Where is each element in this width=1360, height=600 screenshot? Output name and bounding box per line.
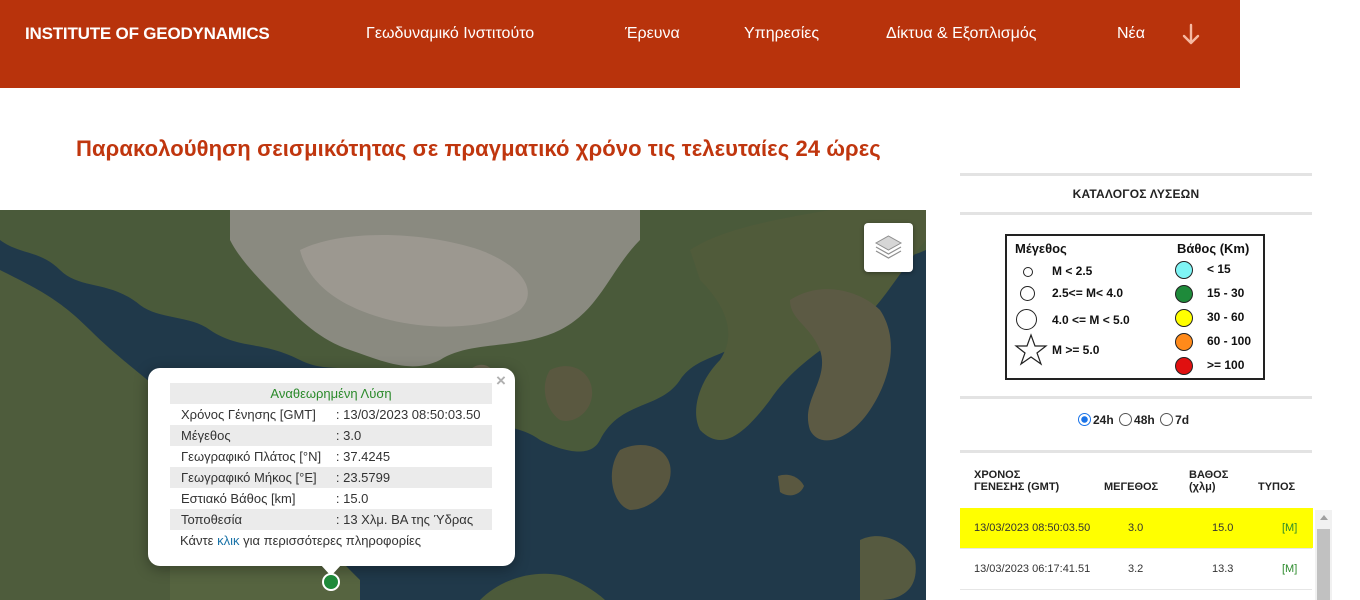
event-details-table: Αναθεωρημένη Λύση Χρόνος Γένησης [GMT] : … — [170, 383, 492, 530]
cell-time: 13/03/2023 06:17:41.51 — [974, 563, 1091, 575]
solutions-catalog-panel: ΚΑΤΑΛΟΓΟΣ ΛΥΣΕΩΝ Μέγεθος M < 2.5 2.5<= M… — [960, 173, 1313, 600]
detail-label: Γεωγραφικό Μήκος [°E] — [170, 467, 333, 488]
legend-magnitude-item: 2.5<= M< 4.0 — [1052, 286, 1124, 300]
circle-medium-icon — [1020, 286, 1035, 301]
legend-magnitude-heading: Μέγεθος — [1015, 241, 1067, 256]
top-navigation-bar: INSTITUTE OF GEODYNAMICS Γεωδυναμικό Ινσ… — [0, 0, 1240, 88]
nav-item-institute[interactable]: Γεωδυναμικό Ινστιτούτο — [366, 25, 534, 43]
column-header-time[interactable]: ΧΡΟΝΟΣ ΓΕΝΕΣΗΣ (GMT) — [974, 469, 1059, 493]
popup-close-button[interactable]: × — [496, 371, 506, 391]
legend-depth-heading: Βάθος (Km) — [1177, 241, 1250, 256]
nav-item-services[interactable]: Υπηρεσίες — [744, 25, 819, 43]
cell-time: 13/03/2023 08:50:03.50 — [974, 522, 1091, 534]
legend-depth-item: 15 - 30 — [1207, 286, 1245, 300]
detail-value: : 13 Χλμ. ΒΑ της Ύδρας — [332, 509, 492, 530]
radio-24h[interactable] — [1078, 413, 1091, 426]
scroll-up-icon[interactable] — [1320, 515, 1328, 520]
detail-label: Χρόνος Γένησης [GMT] — [181, 407, 316, 422]
column-header-time-line1: ΧΡΟΝΟΣ — [974, 469, 1021, 481]
circle-small-icon — [1023, 267, 1033, 277]
depth-color-swatch — [1175, 309, 1193, 327]
radio-label-7d: 7d — [1175, 413, 1190, 427]
nav-item-research[interactable]: Έρευνα — [625, 25, 680, 43]
popup-more-info: Κάντε κλικ για περισσότερες πληροφορίες — [180, 533, 421, 548]
divider — [960, 173, 1312, 176]
legend-depth-item: 30 - 60 — [1207, 310, 1245, 324]
cell-magnitude: 3.0 — [1128, 522, 1144, 534]
popup-heading: Αναθεωρημένη Λύση — [170, 383, 492, 404]
divider — [960, 212, 1312, 215]
nav-item-news[interactable]: Νέα — [1117, 25, 1145, 43]
legend-depth-item: 60 - 100 — [1207, 334, 1252, 348]
legend-magnitude-item: 4.0 <= M < 5.0 — [1052, 313, 1130, 327]
nav-item-networks[interactable]: Δίκτυα & Εξοπλισμός — [886, 25, 1037, 43]
legend-magnitude-item: M < 2.5 — [1052, 264, 1093, 278]
radio-48h[interactable] — [1119, 413, 1133, 426]
column-header-depth-line2: (χλμ) — [1189, 481, 1216, 493]
circle-large-icon — [1016, 309, 1037, 330]
layers-button[interactable] — [864, 223, 913, 272]
detail-label: Τοποθεσία — [170, 509, 333, 530]
cell-type: [M] — [1282, 522, 1298, 534]
legend-depth-item: < 15 — [1207, 262, 1231, 276]
detail-value: : 3.0 — [332, 425, 492, 446]
map-legend: Μέγεθος M < 2.5 2.5<= M< 4.0 4.0 <= M < … — [1005, 234, 1265, 380]
more-info-link[interactable]: κλικ — [217, 533, 239, 548]
radio-label-48h: 48h — [1134, 413, 1155, 427]
cell-type: [M] — [1282, 563, 1298, 575]
divider — [960, 396, 1312, 399]
cell-depth: 15.0 — [1212, 522, 1234, 534]
detail-value: : 23.5799 — [332, 467, 492, 488]
time-range-selector: 24h 48h 7d — [1078, 413, 1191, 427]
divider — [960, 450, 1312, 453]
legend-magnitude-item: M >= 5.0 — [1052, 343, 1100, 357]
column-header-time-line2: ΓΕΝΕΣΗΣ (GMT) — [974, 481, 1060, 493]
row-divider — [960, 589, 1312, 590]
arrow-down-icon[interactable] — [1180, 22, 1202, 48]
table-row[interactable]: 13/03/2023 08:50:03.50 3.0 15.0 [M] — [960, 508, 1313, 548]
legend-depth-item: >= 100 — [1207, 358, 1245, 372]
column-header-depth-line1: ΒΑΘΟΣ — [1189, 469, 1229, 481]
catalog-title: ΚΑΤΑΛΟΓΟΣ ΛΥΣΕΩΝ — [1072, 187, 1200, 201]
brand-logo-text[interactable]: INSTITUTE OF GEODYNAMICS — [25, 24, 270, 44]
radio-7d[interactable] — [1160, 413, 1174, 426]
depth-color-swatch — [1175, 285, 1193, 303]
detail-value: : 37.4245 — [335, 449, 391, 464]
page-title: Παρακολούθηση σεισμικότητας σε πραγματικ… — [76, 136, 881, 161]
table-scrollbar[interactable] — [1315, 510, 1332, 600]
star-icon — [1014, 333, 1048, 366]
detail-value: : 15.0 — [335, 491, 369, 506]
scroll-thumb[interactable] — [1317, 529, 1330, 600]
column-header-magnitude[interactable]: ΜΕΓΕΘΟΣ — [1104, 481, 1158, 493]
cell-magnitude: 3.2 — [1128, 563, 1144, 575]
depth-color-swatch — [1175, 261, 1193, 279]
column-header-depth[interactable]: ΒΑΘΟΣ (χλμ) — [1189, 469, 1228, 493]
depth-color-swatch — [1175, 357, 1193, 375]
more-info-suffix: για περισσότερες πληροφορίες — [239, 533, 422, 548]
radio-label-24h: 24h — [1093, 413, 1114, 427]
layers-icon — [874, 235, 903, 259]
column-header-type[interactable]: ΤΥΠΟΣ — [1258, 481, 1295, 493]
table-row[interactable]: 13/03/2023 06:17:41.51 3.2 13.3 [M] — [960, 549, 1312, 589]
more-info-prefix: Κάντε — [180, 533, 218, 548]
earthquake-marker[interactable] — [322, 573, 340, 591]
detail-label: Εστιακό Βάθος [km] — [181, 491, 296, 506]
detail-label: Μέγεθος — [170, 425, 333, 446]
detail-value: : 13/03/2023 08:50:03.50 — [335, 407, 481, 422]
detail-label: Γεωγραφικό Πλάτος [°N] — [181, 449, 322, 464]
cell-depth: 13.3 — [1212, 563, 1234, 575]
depth-color-swatch — [1175, 333, 1193, 351]
